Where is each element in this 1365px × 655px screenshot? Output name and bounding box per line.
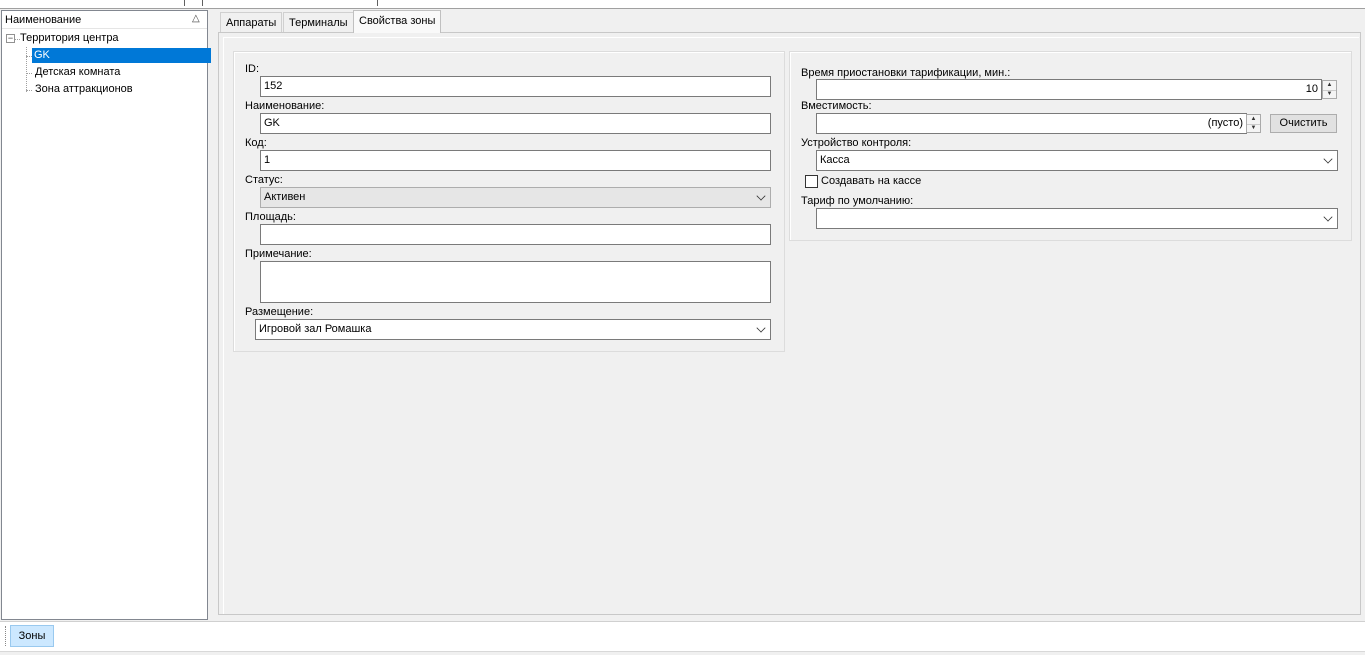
- tree-node-territory[interactable]: Территория центра: [18, 31, 121, 46]
- status-select: Активен: [260, 187, 771, 208]
- chevron-down-icon: [756, 323, 766, 333]
- area-label: Площадь:: [245, 211, 296, 223]
- tree-column-header[interactable]: Наименование △: [2, 11, 207, 29]
- chevron-down-icon: [756, 191, 766, 201]
- tab-devices[interactable]: Аппараты: [220, 12, 283, 33]
- code-field[interactable]: 1: [260, 150, 771, 171]
- status-strip: [0, 651, 1365, 655]
- arrow-down-icon[interactable]: ▼: [1323, 90, 1336, 99]
- default-tariff-label: Тариф по умолчанию:: [801, 195, 914, 207]
- device-select[interactable]: Касса: [816, 150, 1338, 171]
- status-label: Статус:: [245, 174, 283, 186]
- sort-ascending-icon: △: [192, 13, 200, 24]
- toolbar-grip[interactable]: [5, 626, 7, 646]
- bottom-bar: [0, 621, 1365, 651]
- chevron-down-icon: [1323, 212, 1333, 222]
- default-tariff-select[interactable]: [816, 208, 1338, 229]
- top-toolbar-strip: [0, 0, 1365, 9]
- zones-tree: Наименование △ − Территория центра GK Де…: [1, 10, 211, 620]
- note-label: Примечание:: [245, 248, 312, 260]
- capacity-spinner[interactable]: ▲ ▼: [1246, 114, 1261, 133]
- pause-label: Время приостановки тарификации, мин.:: [801, 67, 1011, 79]
- tab-zone-properties[interactable]: Свойства зоны: [353, 10, 442, 33]
- device-label: Устройство контроля:: [801, 137, 912, 149]
- create-at-cashier-checkbox[interactable]: [805, 175, 818, 188]
- tab-terminals[interactable]: Терминалы: [283, 12, 354, 33]
- collapse-icon[interactable]: −: [6, 34, 15, 43]
- chevron-down-icon: [1323, 154, 1333, 164]
- capacity-label: Вместимость:: [801, 100, 872, 112]
- device-value: Касса: [820, 154, 850, 166]
- id-label: ID:: [245, 63, 260, 75]
- placement-select[interactable]: Игровой зал Ромашка: [255, 319, 771, 340]
- arrow-down-icon[interactable]: ▼: [1247, 124, 1260, 133]
- name-field[interactable]: GK: [260, 113, 771, 134]
- panel-splitter[interactable]: [211, 10, 216, 620]
- status-value: Активен: [264, 191, 306, 203]
- tree-node-kids-room[interactable]: Детская комната: [33, 65, 122, 80]
- note-field[interactable]: [260, 261, 771, 303]
- tree-header-label: Наименование: [5, 14, 82, 26]
- placement-label: Размещение:: [245, 306, 314, 318]
- code-label: Код:: [245, 137, 267, 149]
- tree-node-attractions[interactable]: Зона аттракционов: [33, 82, 135, 97]
- clear-capacity-button[interactable]: Очистить: [1270, 114, 1337, 133]
- create-at-cashier-label: Создавать на кассе: [821, 175, 922, 187]
- area-field[interactable]: [260, 224, 771, 245]
- pause-field[interactable]: 10: [816, 79, 1322, 100]
- name-label: Наименование:: [245, 100, 325, 112]
- capacity-field[interactable]: (пусто): [816, 113, 1247, 134]
- zones-button[interactable]: Зоны: [10, 625, 54, 647]
- pause-spinner[interactable]: ▲ ▼: [1322, 80, 1337, 99]
- id-field[interactable]: 152: [260, 76, 771, 97]
- tree-node-gk[interactable]: GK: [32, 48, 211, 63]
- placement-value: Игровой зал Ромашка: [259, 323, 372, 335]
